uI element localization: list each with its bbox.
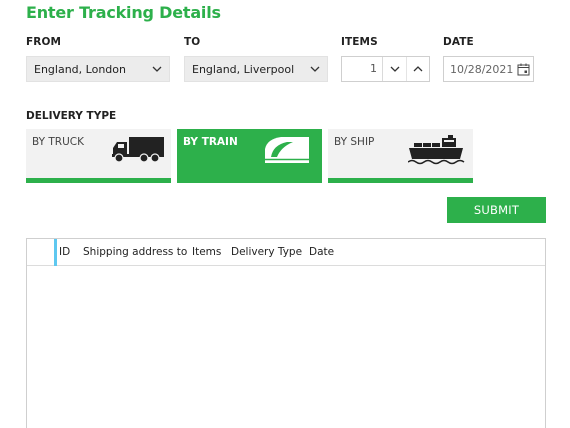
decrement-button[interactable]	[383, 57, 406, 81]
delivery-option-label: BY TRAIN	[183, 136, 238, 148]
tile-bar	[328, 178, 473, 183]
tracking-grid[interactable]: ID Shipping address to Items Delivery Ty…	[26, 238, 546, 428]
column-header-id[interactable]: ID	[59, 239, 70, 266]
from-dropdown[interactable]: England, London	[26, 56, 170, 82]
row-selection-indicator	[54, 239, 57, 266]
to-dropdown[interactable]: England, Liverpool	[184, 56, 328, 82]
to-value: England, Liverpool	[192, 62, 295, 76]
delivery-option-ship[interactable]: BY SHIP	[328, 129, 473, 183]
column-header-delivery-type[interactable]: Delivery Type	[231, 239, 302, 266]
increment-button[interactable]	[406, 57, 429, 81]
submit-button[interactable]: SUBMIT	[447, 197, 546, 223]
delivery-option-truck[interactable]: BY TRUCK	[26, 129, 171, 183]
to-label: TO	[184, 36, 201, 48]
ship-icon	[407, 135, 466, 169]
tile-bar	[177, 178, 322, 183]
chevron-down-icon	[390, 66, 399, 72]
delivery-option-label: BY SHIP	[334, 136, 375, 148]
truck-icon	[112, 137, 164, 167]
calendar-icon[interactable]	[513, 63, 533, 76]
column-header-shipping-address[interactable]: Shipping address to	[83, 239, 187, 266]
delivery-type-label: DELIVERY TYPE	[26, 110, 117, 122]
from-label: FROM	[26, 36, 62, 48]
items-label: ITEMS	[341, 36, 378, 48]
date-label: DATE	[443, 36, 474, 48]
page-title: Enter Tracking Details	[26, 3, 221, 22]
delivery-option-train[interactable]: BY TRAIN	[177, 129, 322, 183]
delivery-option-label: BY TRUCK	[32, 136, 84, 148]
date-picker[interactable]: 10/28/2021	[443, 56, 534, 82]
column-header-date[interactable]: Date	[309, 239, 334, 266]
from-value: England, London	[34, 62, 126, 76]
column-header-items[interactable]: Items	[192, 239, 221, 266]
chevron-down-icon	[303, 57, 327, 81]
tile-bar	[26, 178, 171, 183]
grid-header: ID Shipping address to Items Delivery Ty…	[27, 239, 545, 266]
items-stepper[interactable]: 1	[341, 56, 430, 82]
items-value[interactable]: 1	[342, 57, 383, 81]
chevron-up-icon	[413, 66, 423, 72]
date-value: 10/28/2021	[450, 62, 514, 76]
train-icon	[263, 135, 311, 169]
chevron-down-icon	[145, 57, 169, 81]
